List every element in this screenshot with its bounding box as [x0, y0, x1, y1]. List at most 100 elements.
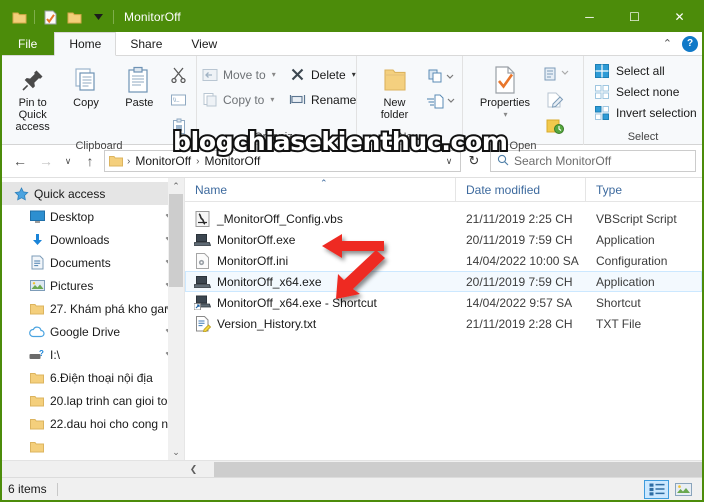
- sidebar-item-google-drive[interactable]: Google Drive: [2, 320, 184, 343]
- scroll-up-button[interactable]: ⌃: [168, 178, 184, 194]
- sidebar-item-folder-6[interactable]: 6.Điện thoại nội địa: [2, 366, 184, 389]
- rename-label: Rename: [311, 92, 357, 107]
- close-button[interactable]: ✕: [657, 2, 702, 32]
- maximize-button[interactable]: ☐: [612, 2, 657, 32]
- breadcrumb-item-1[interactable]: MonitorOff: [202, 154, 264, 168]
- easy-access-icon[interactable]: [424, 89, 458, 115]
- tab-share[interactable]: Share: [116, 32, 177, 55]
- tab-view[interactable]: View: [177, 32, 232, 55]
- qat-divider-2: [113, 10, 114, 24]
- properties-icon[interactable]: [39, 6, 61, 28]
- table-row[interactable]: MonitorOff.ini 14/04/2022 10:00 SA Confi…: [185, 250, 702, 271]
- sidebar-item-partial[interactable]: [2, 435, 184, 458]
- sidebar-item-desktop[interactable]: Desktop: [2, 205, 184, 228]
- tab-file[interactable]: File: [2, 32, 55, 55]
- status-divider: [56, 482, 58, 496]
- chevron-down-icon[interactable]: ▾: [270, 95, 274, 104]
- scroll-track[interactable]: [202, 461, 702, 478]
- tab-home[interactable]: Home: [54, 32, 117, 56]
- collapse-ribbon-button[interactable]: ⌃: [659, 37, 676, 50]
- window-controls: ─ ☐ ✕: [567, 2, 702, 32]
- sidebar-item-label: Downloads: [50, 232, 110, 247]
- sort-ascending-icon: ⌃: [320, 178, 328, 188]
- edit-icon[interactable]: [541, 87, 571, 113]
- chevron-down-icon[interactable]: [87, 6, 109, 28]
- ribbon-group-select: Select all Select none Invert selection …: [584, 56, 702, 145]
- chevron-down-icon[interactable]: ▾: [503, 109, 507, 121]
- cut-icon[interactable]: [166, 61, 192, 87]
- select-none-button[interactable]: Select none: [590, 81, 685, 102]
- move-to-label: Move to: [223, 67, 266, 82]
- sidebar-item-pictures[interactable]: Pictures: [2, 274, 184, 297]
- folder-icon[interactable]: [8, 6, 30, 28]
- file-name-cell: _MonitorOff_Config.vbs: [186, 210, 456, 227]
- copy-icon: [72, 63, 100, 97]
- copy-button[interactable]: Copy: [59, 59, 112, 109]
- sidebar-item-folder-27[interactable]: 27. Khám phá kho gar: [2, 297, 184, 320]
- new-item-icon[interactable]: [424, 63, 458, 89]
- sidebar-item-downloads[interactable]: Downloads: [2, 228, 184, 251]
- file-name-label: MonitorOff.exe: [217, 232, 296, 247]
- sidebar-item-documents[interactable]: Documents: [2, 251, 184, 274]
- file-name-label: Version_History.txt: [217, 316, 317, 331]
- move-to-icon: [202, 66, 218, 84]
- sidebar-item-folder-22[interactable]: 22.dau hoi cho cong ngh: [2, 412, 184, 435]
- paste-button[interactable]: Paste: [113, 59, 166, 109]
- window-title: MonitorOff: [124, 10, 181, 24]
- large-icons-view-button[interactable]: [671, 480, 696, 499]
- sidebar-item-drive-i[interactable]: ? I:\: [2, 343, 184, 366]
- ribbon-group-clipboard: Pin to Quick access Copy Paste \\.. Clip…: [2, 56, 197, 152]
- invert-selection-button[interactable]: Invert selection: [590, 102, 702, 123]
- select-all-button[interactable]: Select all: [590, 60, 671, 81]
- navigation-pane-scrollbar[interactable]: ⌃ ⌄: [168, 178, 184, 460]
- table-row[interactable]: _MonitorOff_Config.vbs 21/11/2019 2:25 C…: [185, 208, 702, 229]
- scroll-down-button[interactable]: ⌄: [168, 444, 184, 460]
- file-type-cell: Application: [596, 232, 655, 247]
- table-row[interactable]: MonitorOff_x64.exe - Shortcut 14/04/2022…: [185, 292, 702, 313]
- new-folder-icon[interactable]: [63, 6, 85, 28]
- scroll-left-button[interactable]: ❮: [185, 464, 202, 475]
- sidebar-item-folder-20[interactable]: 20.lap trinh can gioi toan: [2, 389, 184, 412]
- scroll-thumb[interactable]: [214, 461, 702, 477]
- vbs-script-icon: [194, 210, 211, 227]
- copy-path-icon[interactable]: \\..: [166, 87, 192, 113]
- address-dropdown-button[interactable]: ∨: [440, 156, 458, 167]
- file-name-cell: MonitorOff_x64.exe: [186, 273, 456, 290]
- file-type-cell: VBScript Script: [596, 211, 677, 226]
- details-view-button[interactable]: [644, 479, 669, 499]
- file-type-cell: Application: [596, 274, 655, 289]
- minimize-button[interactable]: ─: [567, 2, 612, 32]
- table-row[interactable]: Version_History.txt 21/11/2019 2:28 CH T…: [185, 313, 702, 334]
- breadcrumb-item-0[interactable]: MonitorOff: [132, 154, 194, 168]
- file-date-cell: 14/04/2022 10:00 SA: [466, 253, 579, 268]
- table-row[interactable]: MonitorOff.exe 20/11/2019 7:59 CH Applic…: [185, 229, 702, 250]
- delete-icon: [288, 66, 306, 84]
- sidebar-item-label: Desktop: [50, 209, 95, 224]
- move-to-button[interactable]: Move to ▾: [199, 62, 277, 87]
- delete-button[interactable]: Delete ▾: [285, 62, 362, 87]
- horizontal-scrollbar[interactable]: ❮ ❯: [2, 460, 702, 477]
- search-input[interactable]: Search MonitorOff: [514, 154, 611, 168]
- sidebar-item-quick-access[interactable]: Quick access: [2, 182, 184, 205]
- file-name-cell: MonitorOff.ini: [186, 252, 456, 269]
- application-icon: [194, 231, 211, 248]
- new-folder-label-line1: New: [383, 97, 406, 109]
- new-folder-button[interactable]: New folder: [365, 59, 424, 121]
- scroll-thumb[interactable]: [169, 194, 183, 287]
- properties-button[interactable]: Properties ▾: [469, 59, 541, 121]
- rename-button[interactable]: Rename: [285, 87, 362, 112]
- documents-icon: [28, 255, 46, 271]
- column-header-name[interactable]: Name ⌃: [185, 178, 455, 201]
- help-button[interactable]: ?: [682, 35, 698, 52]
- copy-to-button[interactable]: Copy to ▾: [199, 87, 277, 112]
- column-header-type[interactable]: Type: [585, 178, 695, 201]
- chevron-down-icon[interactable]: ▾: [272, 70, 276, 79]
- pin-to-quick-access-button[interactable]: Pin to Quick access: [6, 59, 59, 133]
- history-icon[interactable]: [541, 113, 571, 139]
- table-row[interactable]: MonitorOff_x64.exe 20/11/2019 7:59 CH Ap…: [185, 271, 702, 292]
- sidebar-item-label: 22.dau hoi cho cong ngh: [50, 416, 178, 431]
- chevron-down-icon[interactable]: ▾: [352, 70, 356, 79]
- folder-icon: [28, 416, 46, 432]
- open-icon[interactable]: [541, 61, 571, 87]
- column-header-date-modified[interactable]: Date modified: [455, 178, 585, 201]
